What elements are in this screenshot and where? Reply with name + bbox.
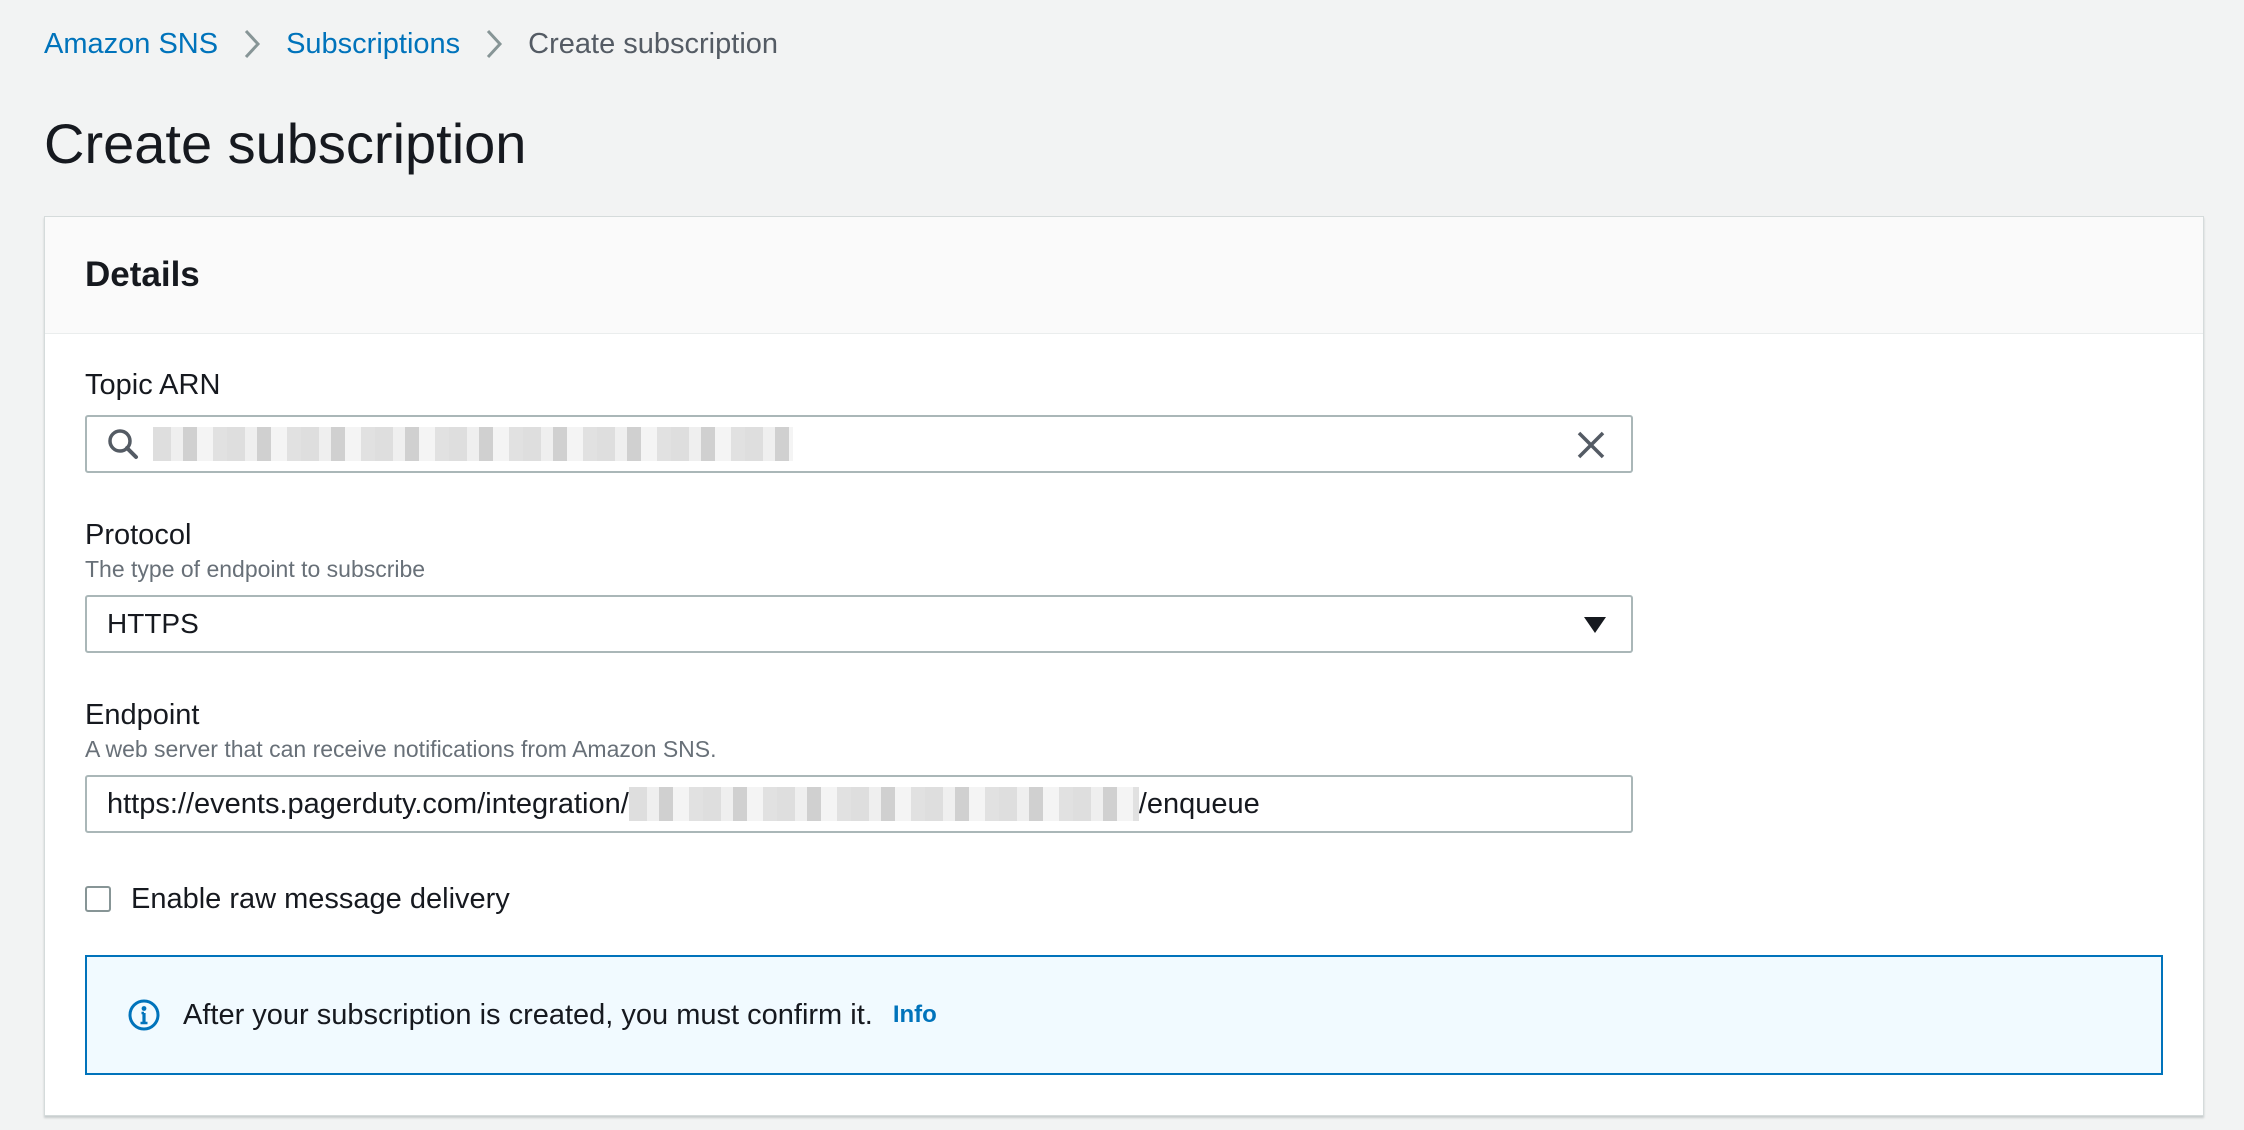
- topic-arn-redacted-value: [153, 427, 793, 461]
- endpoint-input[interactable]: https://events.pagerduty.com/integration…: [85, 775, 1633, 833]
- protocol-selected-value: HTTPS: [107, 608, 199, 639]
- endpoint-value-prefix: https://events.pagerduty.com/integration…: [107, 787, 629, 820]
- breadcrumb-amazon-sns-link[interactable]: Amazon SNS: [44, 28, 218, 61]
- endpoint-label: Endpoint: [85, 699, 200, 731]
- confirm-info-alert: After your subscription is created, you …: [85, 955, 2163, 1075]
- info-link[interactable]: Info: [893, 1001, 937, 1029]
- protocol-label: Protocol: [85, 519, 192, 551]
- chevron-right-icon: [474, 24, 514, 64]
- topic-arn-input[interactable]: [85, 415, 1633, 473]
- endpoint-value: https://events.pagerduty.com/integration…: [107, 787, 1260, 821]
- endpoint-value-suffix: /enqueue: [1138, 787, 1260, 820]
- details-panel-header: Details: [45, 217, 2203, 334]
- protocol-select[interactable]: HTTPS: [85, 595, 1633, 653]
- chevron-right-icon: [232, 24, 272, 64]
- endpoint-redacted-key: [628, 787, 1139, 821]
- raw-delivery-checkbox[interactable]: [85, 886, 111, 912]
- raw-delivery-label[interactable]: Enable raw message delivery: [131, 883, 510, 916]
- close-icon[interactable]: [1573, 427, 1609, 463]
- breadcrumb-subscriptions-link[interactable]: Subscriptions: [286, 28, 460, 61]
- info-icon: [127, 998, 161, 1032]
- alert-text: After your subscription is created, you …: [183, 998, 873, 1031]
- details-panel: Details Topic ARN Protocol The type of e…: [44, 216, 2204, 1116]
- endpoint-description: A web server that can receive notificati…: [85, 736, 717, 762]
- raw-delivery-option[interactable]: Enable raw message delivery: [85, 879, 510, 919]
- breadcrumb-current: Create subscription: [528, 27, 779, 60]
- caret-down-icon: [1583, 615, 1607, 635]
- page-title: Create subscription: [44, 112, 527, 175]
- breadcrumb: Amazon SNS Subscriptions Create subscrip…: [44, 24, 778, 64]
- search-icon: [105, 426, 141, 462]
- topic-arn-label: Topic ARN: [85, 369, 221, 401]
- protocol-description: The type of endpoint to subscribe: [85, 556, 426, 582]
- details-title: Details: [85, 255, 200, 294]
